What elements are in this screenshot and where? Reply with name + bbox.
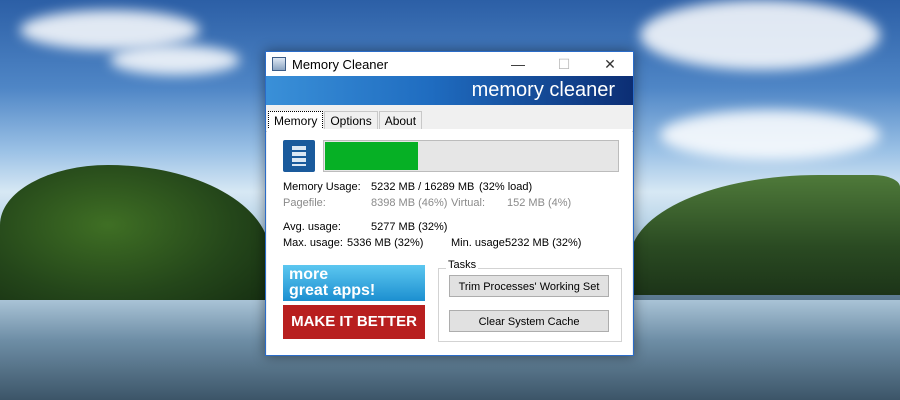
memory-chip-icon bbox=[283, 140, 315, 172]
memory-progress-fill bbox=[325, 142, 418, 170]
more-great-apps-ad[interactable]: more great apps! bbox=[283, 265, 425, 301]
wallpaper-trees bbox=[0, 165, 270, 315]
make-it-better-ad[interactable]: MAKE IT BETTER bbox=[283, 305, 425, 339]
app-icon bbox=[272, 57, 286, 71]
tab-bar: Memory Options About bbox=[266, 105, 633, 132]
tasks-legend: Tasks bbox=[446, 259, 479, 271]
tab-about[interactable]: About bbox=[378, 111, 423, 131]
memory-cleaner-window: Memory Cleaner — ☐ ✕ memory cleaner Memo… bbox=[265, 51, 634, 356]
trim-working-set-button[interactable]: Trim Processes' Working Set bbox=[449, 275, 609, 297]
pagefile-value: 8398 MB (46%) bbox=[371, 197, 448, 209]
virtual-label: Virtual: bbox=[451, 197, 486, 209]
usage-load: (32% load) bbox=[479, 181, 533, 193]
tab-options[interactable]: Options bbox=[324, 111, 378, 131]
max-usage-label: Max. usage: bbox=[283, 237, 343, 249]
max-usage-value: 5336 MB (32%) bbox=[347, 237, 424, 249]
min-usage-label: Min. usage: bbox=[451, 237, 508, 249]
maximize-button[interactable]: ☐ bbox=[541, 52, 587, 76]
minimize-button[interactable]: — bbox=[495, 52, 541, 76]
ad-more-line2: great apps! bbox=[289, 282, 376, 299]
pagefile-label: Pagefile: bbox=[283, 197, 326, 209]
usage-value: 5232 MB / 16289 MB bbox=[371, 181, 475, 193]
memory-panel: Memory Usage: 5232 MB / 16289 MB (32% lo… bbox=[267, 129, 632, 355]
window-title: Memory Cleaner bbox=[292, 56, 389, 72]
clear-system-cache-button[interactable]: Clear System Cache bbox=[449, 310, 609, 332]
virtual-value: 152 MB (4%) bbox=[507, 197, 572, 209]
app-banner: memory cleaner bbox=[266, 76, 633, 105]
min-usage-value: 5232 MB (32%) bbox=[505, 237, 582, 249]
wallpaper-hills bbox=[630, 175, 900, 295]
avg-usage-label: Avg. usage: bbox=[283, 221, 341, 233]
memory-progress-bar bbox=[323, 140, 619, 172]
title-bar[interactable]: Memory Cleaner — ☐ ✕ bbox=[266, 52, 633, 76]
avg-usage-value: 5277 MB (32%) bbox=[371, 221, 448, 233]
close-button[interactable]: ✕ bbox=[587, 52, 633, 76]
ad-more-line1: more bbox=[289, 266, 329, 283]
usage-label: Memory Usage: bbox=[283, 181, 361, 193]
